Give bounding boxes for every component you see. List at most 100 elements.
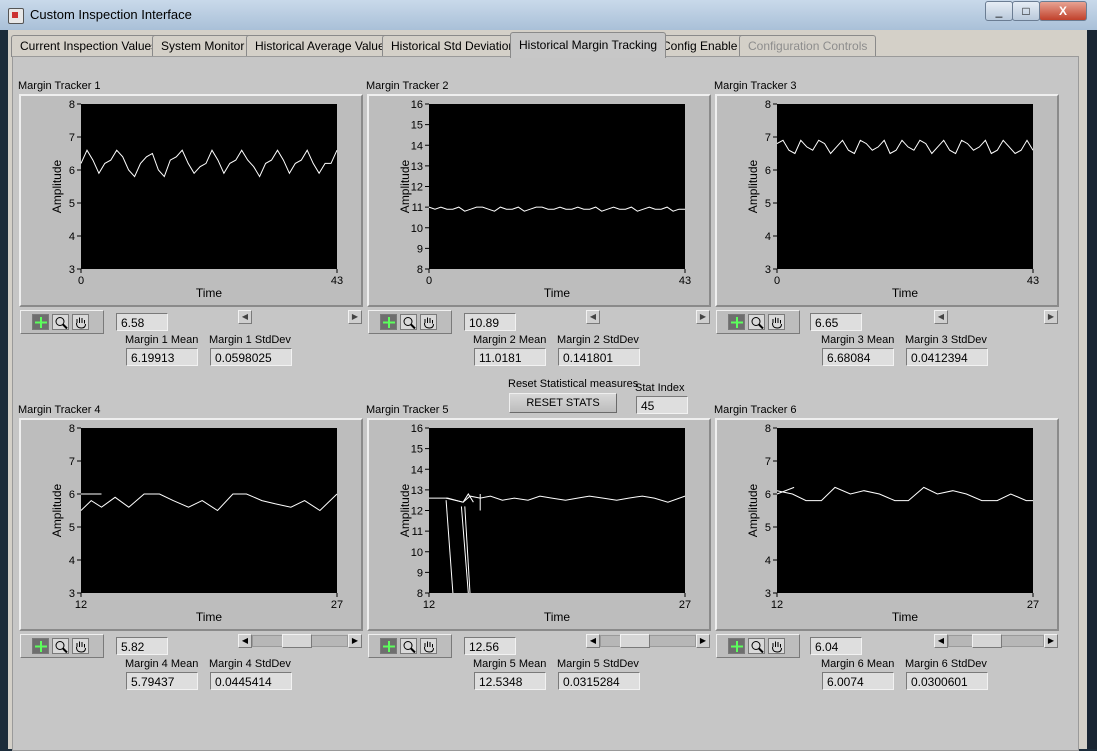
scroll-left-icon[interactable]: ◀ bbox=[238, 634, 252, 648]
cursor-tool-icon[interactable] bbox=[32, 314, 49, 330]
margin-tracker-3-graph: 8 7 6 5 4 3 0 43 Time Amplitude bbox=[715, 94, 1059, 307]
x-tick-label: 0 bbox=[774, 275, 780, 287]
cursor-tool-icon[interactable] bbox=[728, 638, 745, 654]
scroll-thumb[interactable] bbox=[282, 634, 312, 648]
y-tick-label: 8 bbox=[765, 99, 771, 111]
scroll-left-icon[interactable]: ◀ bbox=[934, 634, 948, 648]
scroll-right-icon[interactable]: ▶ bbox=[348, 634, 362, 648]
plot-area[interactable] bbox=[777, 428, 1033, 593]
y-tick-label: 11 bbox=[412, 526, 423, 538]
graph-palette-3 bbox=[716, 310, 800, 334]
zoom-tool-icon[interactable] bbox=[748, 314, 765, 330]
pan-hand-icon[interactable] bbox=[420, 314, 437, 330]
y-tick-label: 12 bbox=[411, 182, 423, 194]
y-tick-label: 9 bbox=[417, 567, 423, 579]
maximize-button[interactable]: □ bbox=[1012, 1, 1040, 21]
scroll-right-icon[interactable]: ▶ bbox=[1044, 634, 1058, 648]
zoom-tool-icon[interactable] bbox=[748, 638, 765, 654]
pan-hand-icon[interactable] bbox=[768, 314, 785, 330]
cursor-value-1: 6.58 bbox=[116, 313, 168, 331]
pan-hand-icon[interactable] bbox=[768, 638, 785, 654]
x-tick-label: 12 bbox=[771, 599, 783, 611]
tab-historical-std-deviation[interactable]: Historical Std Deviation bbox=[382, 35, 525, 57]
x-tick-label: 27 bbox=[331, 599, 343, 611]
plot-area[interactable] bbox=[429, 428, 685, 593]
graph-scrollbar-3[interactable]: ◀ ▶ bbox=[934, 310, 1058, 324]
scroll-thumb[interactable] bbox=[620, 634, 650, 648]
graph-scrollbar-6[interactable]: ◀ ▶ bbox=[934, 634, 1058, 648]
stddev-label-3: Margin 3 StdDev bbox=[905, 334, 987, 346]
plot-area[interactable] bbox=[81, 428, 337, 593]
zoom-tool-icon[interactable] bbox=[52, 638, 69, 654]
graph-palette-1 bbox=[20, 310, 104, 334]
tab-config-enable[interactable]: Config Enable bbox=[653, 35, 747, 57]
graph-title-4: Margin Tracker 4 bbox=[18, 404, 101, 416]
y-tick-label: 7 bbox=[765, 132, 771, 144]
plot-area[interactable] bbox=[429, 104, 685, 269]
cursor-tool-icon[interactable] bbox=[380, 638, 397, 654]
plot-area[interactable] bbox=[777, 104, 1033, 269]
scroll-left-icon[interactable]: ◀ bbox=[934, 310, 948, 324]
y-tick-label: 12 bbox=[411, 506, 423, 518]
scroll-left-icon[interactable]: ◀ bbox=[586, 310, 600, 324]
scroll-right-icon[interactable]: ▶ bbox=[696, 634, 710, 648]
tab-historical-average-value[interactable]: Historical Average Value bbox=[246, 35, 394, 57]
stddev-label-2: Margin 2 StdDev bbox=[557, 334, 639, 346]
margin-tracker-4-graph: 8 7 6 5 4 3 12 27 Time Amplitude bbox=[19, 418, 363, 631]
mean-label-2: Margin 2 Mean bbox=[473, 334, 547, 346]
y-tick-label: 9 bbox=[417, 243, 423, 255]
close-button[interactable]: X bbox=[1039, 1, 1087, 21]
cursor-value-6: 6.04 bbox=[810, 637, 862, 655]
stddev-label-6: Margin 6 StdDev bbox=[905, 658, 987, 670]
x-tick-label: 0 bbox=[78, 275, 84, 287]
tab-historical-margin-tracking[interactable]: Historical Margin Tracking bbox=[510, 32, 667, 58]
scroll-left-icon[interactable]: ◀ bbox=[238, 310, 252, 324]
y-tick-label: 13 bbox=[411, 485, 423, 497]
zoom-tool-icon[interactable] bbox=[400, 638, 417, 654]
graph-scrollbar-1[interactable]: ◀ ▶ bbox=[238, 310, 362, 324]
pan-hand-icon[interactable] bbox=[72, 314, 89, 330]
tab-system-monitor[interactable]: System Monitor bbox=[152, 35, 254, 57]
plot-area[interactable] bbox=[81, 104, 337, 269]
graph-scrollbar-2[interactable]: ◀ ▶ bbox=[586, 310, 710, 324]
pan-hand-icon[interactable] bbox=[72, 638, 89, 654]
graph-title-5: Margin Tracker 5 bbox=[366, 404, 449, 416]
scroll-left-icon[interactable]: ◀ bbox=[586, 634, 600, 648]
stddev-value-1: 0.0598025 bbox=[210, 348, 292, 366]
x-axis-label: Time bbox=[196, 610, 223, 624]
y-tick-label: 10 bbox=[411, 547, 423, 559]
y-tick-label: 4 bbox=[765, 555, 771, 567]
cursor-value-3: 6.65 bbox=[810, 313, 862, 331]
scroll-right-icon[interactable]: ▶ bbox=[1044, 310, 1058, 324]
scroll-right-icon[interactable]: ▶ bbox=[696, 310, 710, 324]
reset-stats-button[interactable]: RESET STATS bbox=[509, 393, 617, 413]
margin-tracker-6-graph: 8 7 6 5 4 3 12 27 Time Amplitude bbox=[715, 418, 1059, 631]
mean-value-4: 5.79437 bbox=[126, 672, 198, 690]
mean-value-5: 12.5348 bbox=[474, 672, 546, 690]
x-tick-label: 12 bbox=[75, 599, 87, 611]
y-tick-label: 15 bbox=[411, 444, 423, 456]
zoom-tool-icon[interactable] bbox=[52, 314, 69, 330]
stddev-value-3: 0.0412394 bbox=[906, 348, 988, 366]
scroll-thumb[interactable] bbox=[972, 634, 1002, 648]
y-tick-label: 15 bbox=[411, 120, 423, 132]
x-axis-label: Time bbox=[196, 286, 223, 300]
zoom-tool-icon[interactable] bbox=[400, 314, 417, 330]
y-tick-label: 10 bbox=[411, 223, 423, 235]
x-tick-label: 27 bbox=[679, 599, 691, 611]
cursor-tool-icon[interactable] bbox=[32, 638, 49, 654]
pan-hand-icon[interactable] bbox=[420, 638, 437, 654]
y-tick-label: 4 bbox=[765, 231, 771, 243]
scroll-right-icon[interactable]: ▶ bbox=[348, 310, 362, 324]
stddev-value-6: 0.0300601 bbox=[906, 672, 988, 690]
graph-palette-5 bbox=[368, 634, 452, 658]
mean-value-6: 6.0074 bbox=[822, 672, 894, 690]
y-tick-label: 6 bbox=[765, 489, 771, 501]
tab-current-inspection-values[interactable]: Current Inspection Values bbox=[11, 35, 167, 57]
graph-scrollbar-4[interactable]: ◀ ▶ bbox=[238, 634, 362, 648]
cursor-tool-icon[interactable] bbox=[728, 314, 745, 330]
y-tick-label: 11 bbox=[412, 202, 423, 214]
minimize-button[interactable]: _ bbox=[985, 1, 1013, 21]
graph-scrollbar-5[interactable]: ◀ ▶ bbox=[586, 634, 710, 648]
cursor-tool-icon[interactable] bbox=[380, 314, 397, 330]
